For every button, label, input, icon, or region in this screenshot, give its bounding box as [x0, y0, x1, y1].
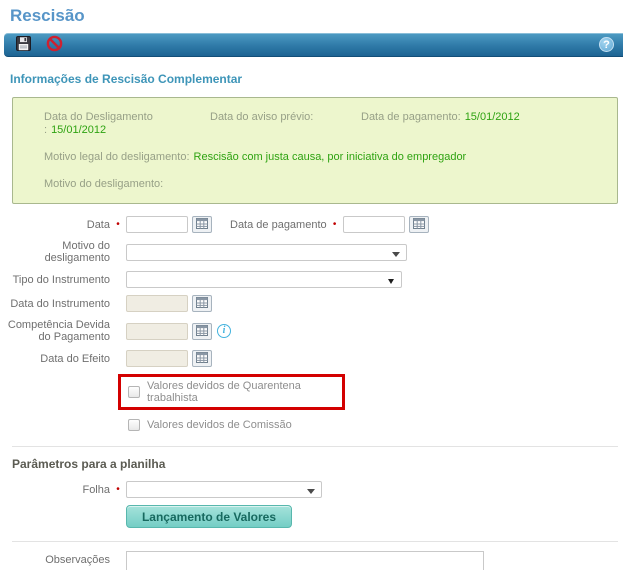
comissao-checkbox[interactable]	[128, 419, 140, 431]
motivo-label: Motivo do desligamento:	[44, 178, 163, 191]
row-observacoes: Observações	[0, 551, 623, 570]
calendar-icon	[196, 296, 208, 311]
competencia-input	[126, 323, 188, 340]
observacoes-label: Observações	[0, 551, 110, 566]
motivo-legal-label: Motivo legal do desligamento:	[44, 151, 190, 164]
row-comissao: Valores devidos de Comissão	[128, 419, 623, 431]
divider	[12, 446, 618, 447]
data-efeito-input	[126, 350, 188, 367]
data-instrumento-label: Data do Instrumento	[0, 298, 110, 310]
prohibition-icon	[46, 35, 63, 55]
divider	[12, 541, 618, 542]
chevron-down-icon	[307, 489, 315, 494]
pagamento-label: Data de pagamento:	[361, 111, 461, 123]
save-icon	[16, 36, 31, 54]
calendar-icon	[196, 324, 208, 339]
folha-required-marker: •	[110, 484, 126, 495]
competencia-calendar-button[interactable]	[192, 323, 212, 340]
motivo-desligamento-select[interactable]	[126, 244, 407, 261]
aviso-previo-label: Data do aviso prévio:	[210, 111, 313, 123]
summary-pagamento: Data de pagamento: 15/01/2012	[361, 111, 520, 137]
data-label: Data	[0, 219, 110, 231]
data-efeito-label: Data do Efeito	[0, 353, 110, 365]
summary-row-dates: Data do Desligamento :15/01/2012 Data do…	[44, 111, 611, 137]
data-pagamento-required-marker: •	[327, 219, 343, 230]
pagamento-value: 15/01/2012	[465, 111, 520, 123]
data-calendar-button[interactable]	[192, 216, 212, 233]
summary-row-motivo: Motivo do desligamento:	[44, 178, 611, 191]
rescisao-form: Data • Data de pagamento • Motivo do des…	[0, 216, 623, 431]
page-title: Rescisão	[10, 6, 623, 26]
summary-box: Data do Desligamento :15/01/2012 Data do…	[12, 97, 618, 204]
row-competencia: Competência Devida do Pagamento i	[0, 319, 623, 343]
summary-row-motivo-legal: Motivo legal do desligamento: Rescisão c…	[44, 151, 611, 164]
quarentena-checkbox[interactable]	[128, 386, 140, 398]
chevron-down-icon	[392, 252, 400, 257]
save-button[interactable]	[13, 35, 33, 55]
data-efeito-calendar-button[interactable]	[192, 350, 212, 367]
toolbar: ?	[4, 33, 623, 57]
data-pagamento-input[interactable]	[343, 216, 405, 233]
highlight-rectangle: Valores devidos de Quarentena trabalhist…	[118, 374, 345, 410]
calendar-icon	[196, 217, 208, 232]
data-instrumento-calendar-button[interactable]	[192, 295, 212, 312]
motivo-legal-value: Rescisão com justa causa, por iniciativa…	[194, 151, 467, 164]
row-data-efeito: Data do Efeito	[0, 350, 623, 367]
section-title-complementar: Informações de Rescisão Complementar	[10, 72, 623, 86]
row-tipo-instrumento: Tipo do Instrumento	[0, 271, 623, 288]
row-motivo-desligamento: Motivo do desligamento	[0, 240, 623, 264]
lancamento-de-valores-button[interactable]: Lançamento de Valores	[126, 505, 292, 528]
desligamento-value: 15/01/2012	[51, 124, 106, 136]
folha-label: Folha	[0, 484, 110, 496]
quarentena-checkbox-label: Valores devidos de Quarentena trabalhist…	[147, 380, 338, 404]
data-required-marker: •	[110, 219, 126, 230]
data-instrumento-input	[126, 295, 188, 312]
calendar-icon	[413, 217, 425, 232]
folha-select[interactable]	[126, 481, 322, 498]
data-pagamento-label: Data de pagamento	[230, 219, 327, 231]
tipo-instrumento-select[interactable]	[126, 271, 402, 288]
help-icon[interactable]: ?	[599, 37, 614, 52]
row-data-instrumento: Data do Instrumento	[0, 295, 623, 312]
row-folha: Folha •	[0, 481, 623, 498]
cancel-button[interactable]	[44, 35, 64, 55]
data-input[interactable]	[126, 216, 188, 233]
row-data: Data • Data de pagamento •	[0, 216, 623, 233]
section-title-parametros: Parâmetros para a planilha	[12, 457, 623, 471]
calendar-icon	[196, 351, 208, 366]
info-icon[interactable]: i	[217, 324, 231, 338]
competencia-label: Competência Devida do Pagamento	[0, 319, 110, 343]
comissao-checkbox-label: Valores devidos de Comissão	[147, 419, 292, 431]
motivo-desligamento-label: Motivo do desligamento	[0, 240, 110, 264]
data-pagamento-calendar-button[interactable]	[409, 216, 429, 233]
tipo-instrumento-label: Tipo do Instrumento	[0, 274, 110, 286]
summary-aviso-previo: Data do aviso prévio:	[210, 111, 361, 137]
summary-desligamento: Data do Desligamento :15/01/2012	[44, 111, 210, 137]
chevron-down-icon	[388, 279, 394, 284]
observacoes-textarea[interactable]	[126, 551, 484, 570]
